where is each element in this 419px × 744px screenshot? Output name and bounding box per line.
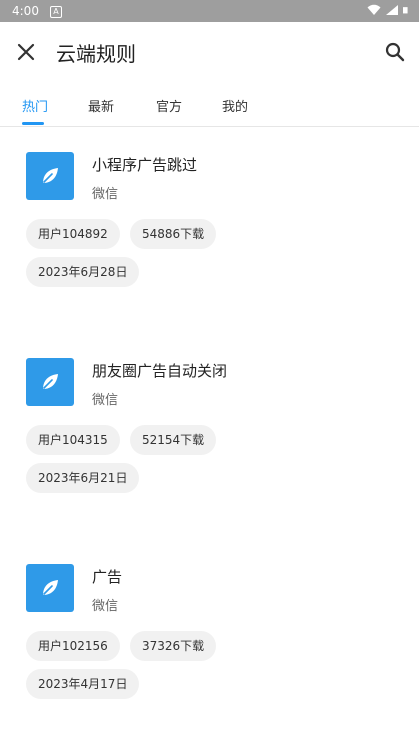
downloads-chip: 37326下载 (130, 631, 217, 661)
battery-icon (403, 7, 408, 14)
status-icons (367, 4, 411, 16)
tab-bar: 热门 最新 官方 我的 (0, 82, 419, 127)
leaf-icon (26, 358, 74, 406)
rule-title: 广告 (92, 568, 123, 586)
rule-app: 微信 (92, 187, 119, 202)
author-chip: 用户104892 (26, 219, 120, 249)
author-chip: 用户102156 (26, 631, 120, 661)
app-bar: 云端规则 (0, 22, 419, 82)
close-icon (17, 43, 35, 61)
page-title: 云端规则 (56, 42, 136, 66)
status-bar: 4:00 A (0, 0, 419, 22)
wifi-icon (367, 4, 381, 15)
search-button[interactable] (383, 40, 407, 64)
tab-latest[interactable]: 最新 (88, 96, 114, 115)
tab-indicator (22, 122, 44, 125)
leaf-icon (26, 564, 74, 612)
search-icon (385, 42, 405, 62)
downloads-chip: 54886下载 (130, 219, 217, 249)
tab-official[interactable]: 官方 (156, 96, 182, 115)
rule-card[interactable]: 小程序广告跳过 微信 用户104892 54886下载 2023年6月28日 (0, 126, 419, 332)
notification-icon: A (50, 6, 62, 18)
rule-card[interactable]: 朋友圈广告自动关闭 微信 用户104315 52154下载 2023年6月21日 (0, 332, 419, 538)
date-chip: 2023年6月21日 (26, 463, 140, 493)
signal-icon (386, 5, 398, 15)
date-chip: 2023年4月17日 (26, 669, 140, 699)
rule-list: 小程序广告跳过 微信 用户104892 54886下载 2023年6月28日 朋… (0, 126, 419, 744)
rule-app: 微信 (92, 599, 119, 614)
date-chip: 2023年6月28日 (26, 257, 140, 287)
rule-app: 微信 (92, 393, 119, 408)
rule-title: 朋友圈广告自动关闭 (92, 362, 228, 380)
leaf-icon (26, 152, 74, 200)
rule-title: 小程序广告跳过 (92, 156, 198, 174)
tab-hot[interactable]: 热门 (22, 96, 48, 115)
author-chip: 用户104315 (26, 425, 120, 455)
tab-mine[interactable]: 我的 (222, 96, 248, 115)
rule-card[interactable]: 广告 微信 用户102156 37326下载 2023年4月17日 (0, 538, 419, 744)
close-button[interactable] (14, 40, 38, 64)
downloads-chip: 52154下载 (130, 425, 217, 455)
status-time: 4:00 (12, 4, 39, 18)
